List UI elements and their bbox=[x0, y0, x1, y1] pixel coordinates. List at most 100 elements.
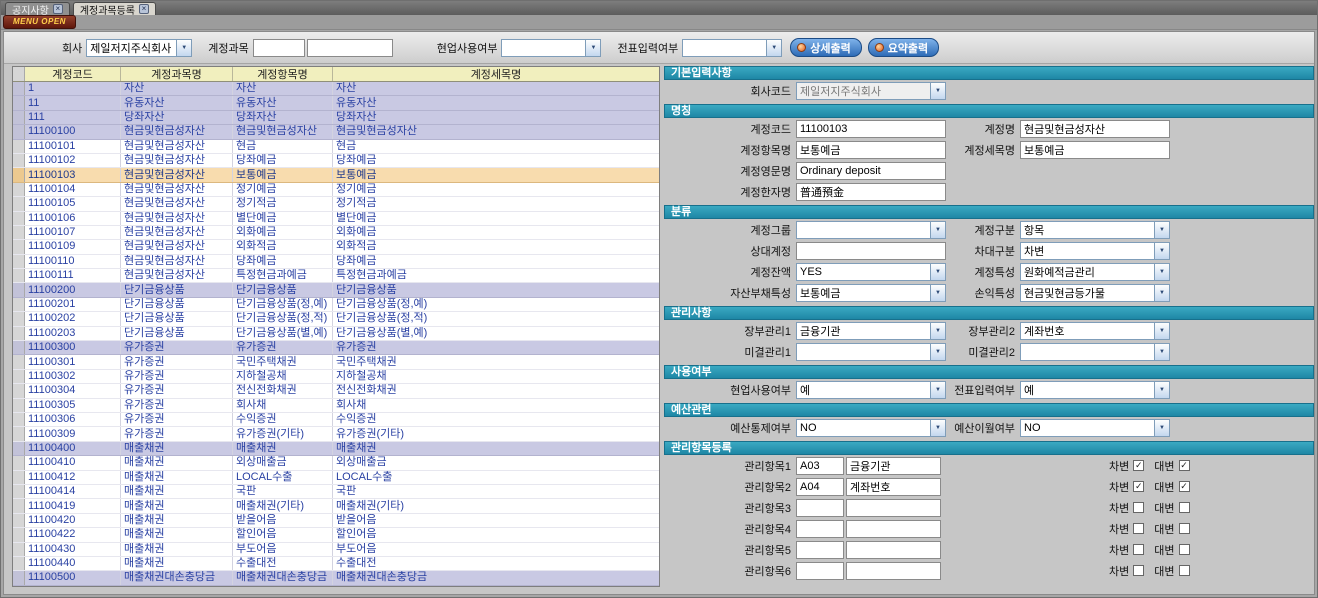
table-row[interactable]: 11100419매출채권매출채권(기타)매출채권(기타) bbox=[13, 499, 659, 513]
mgmt-item-name-input[interactable] bbox=[846, 499, 941, 517]
table-row[interactable]: 11100302유가증권지하철공채지하철공채 bbox=[13, 370, 659, 384]
table-row[interactable]: 11100109현금및현금성자산외화적금외화적금 bbox=[13, 240, 659, 254]
table-row[interactable]: 11100412매출채권LOCAL수출LOCAL수출 bbox=[13, 471, 659, 485]
table-row[interactable]: 111당좌자산당좌자산당좌자산 bbox=[13, 111, 659, 125]
cell-detail: 보통예금 bbox=[333, 168, 659, 181]
account-name-input[interactable] bbox=[307, 39, 393, 57]
table-row[interactable]: 11100420매출채권받을어음받을어음 bbox=[13, 514, 659, 528]
ledger1-select[interactable]: 금융기관 ▼ bbox=[796, 322, 946, 340]
mgmt-item-label: 관리항목2 bbox=[664, 479, 796, 495]
table-row[interactable]: 11100400매출채권매출채권매출채권 bbox=[13, 442, 659, 456]
table-row[interactable]: 11100305유가증권회사채회사채 bbox=[13, 399, 659, 413]
mgmt-item-code-input[interactable] bbox=[796, 478, 844, 496]
account-code-field[interactable] bbox=[796, 120, 946, 138]
detail-name-field[interactable] bbox=[1020, 141, 1170, 159]
cell-name: 현금및현금성자산 bbox=[121, 125, 233, 138]
table-row[interactable]: 11100104현금및현금성자산정기예금정기예금 bbox=[13, 183, 659, 197]
mgmt-item-code-input[interactable] bbox=[796, 457, 844, 475]
tab-notice[interactable]: 공지사항 × bbox=[5, 2, 70, 15]
close-icon[interactable]: × bbox=[139, 4, 149, 14]
mgmt-item-name-input[interactable] bbox=[846, 457, 941, 475]
table-row[interactable]: 11100111현금및현금성자산특정현금과예금특정현금과예금 bbox=[13, 269, 659, 283]
mgmt-item-name-input[interactable] bbox=[846, 478, 941, 496]
credit-checkbox[interactable]: ✓ bbox=[1179, 460, 1190, 471]
item-name-field[interactable] bbox=[796, 141, 946, 159]
cell-detail: 단기금융상품(정,예) bbox=[333, 298, 659, 311]
counter-account-field[interactable] bbox=[796, 242, 946, 260]
credit-checkbox[interactable] bbox=[1179, 523, 1190, 534]
pending2-select[interactable]: ▼ bbox=[1020, 343, 1170, 361]
debit-checkbox[interactable] bbox=[1133, 544, 1144, 555]
budget-control-select[interactable]: NO ▼ bbox=[796, 419, 946, 437]
table-row[interactable]: 11100200단기금융상품단기금융상품단기금융상품 bbox=[13, 283, 659, 297]
table-row[interactable]: 11100300유가증권유가증권유가증권 bbox=[13, 341, 659, 355]
slip-entry-panel-select[interactable]: 예 ▼ bbox=[1020, 381, 1170, 399]
credit-checkbox[interactable] bbox=[1179, 502, 1190, 513]
account-balance-select[interactable]: YES ▼ bbox=[796, 263, 946, 281]
table-row[interactable]: 11100106현금및현금성자산별단예금별단예금 bbox=[13, 212, 659, 226]
table-row[interactable]: 1자산자산자산 bbox=[13, 82, 659, 96]
mgmt-item-name-input[interactable] bbox=[846, 562, 941, 580]
table-row[interactable]: 11100500매출채권대손충당금매출채권대손충당금매출채권대손충당금 bbox=[13, 571, 659, 585]
debit-checkbox[interactable] bbox=[1133, 523, 1144, 534]
table-row[interactable]: 11100422매출채권할인어음할인어음 bbox=[13, 528, 659, 542]
field-use-select[interactable]: ▼ bbox=[501, 39, 601, 57]
account-name-field[interactable] bbox=[1020, 120, 1170, 138]
detail-print-button[interactable]: 상세출력 bbox=[790, 38, 861, 57]
mgmt-item-code-input[interactable] bbox=[796, 562, 844, 580]
close-icon[interactable]: × bbox=[53, 4, 63, 14]
table-row[interactable]: 11100203단기금융상품단기금융상품(별,예)단기금융상품(별,예) bbox=[13, 327, 659, 341]
debit-checkbox[interactable]: ✓ bbox=[1133, 460, 1144, 471]
account-trait-select[interactable]: 원화예적금관리 ▼ bbox=[1020, 263, 1170, 281]
dc-division-select[interactable]: 차변 ▼ bbox=[1020, 242, 1170, 260]
table-row[interactable]: 11100440매출채권수출대전수출대전 bbox=[13, 557, 659, 571]
pending1-select[interactable]: ▼ bbox=[796, 343, 946, 361]
field-use-panel-select[interactable]: 예 ▼ bbox=[796, 381, 946, 399]
credit-checkbox[interactable] bbox=[1179, 565, 1190, 576]
mgmt-item-label: 관리항목1 bbox=[664, 458, 796, 474]
credit-checkbox[interactable] bbox=[1179, 544, 1190, 555]
slip-entry-select[interactable]: ▼ bbox=[682, 39, 782, 57]
table-row[interactable]: 11100103현금및현금성자산보통예금보통예금 bbox=[13, 168, 659, 182]
mgmt-item-code-input[interactable] bbox=[796, 520, 844, 538]
mgmt-item-name-input[interactable] bbox=[846, 541, 941, 559]
credit-checkbox[interactable]: ✓ bbox=[1179, 481, 1190, 492]
debit-checkbox[interactable] bbox=[1133, 502, 1144, 513]
company-select[interactable]: 제일저지주식회사 ▼ bbox=[86, 39, 192, 57]
table-row[interactable]: 11100110현금및현금성자산당좌예금당좌예금 bbox=[13, 255, 659, 269]
debit-checkbox[interactable] bbox=[1133, 565, 1144, 576]
pl-trait-select[interactable]: 현금및현금등가물 ▼ bbox=[1020, 284, 1170, 302]
asset-trait-select[interactable]: 보통예금 ▼ bbox=[796, 284, 946, 302]
table-row[interactable]: 11100309유가증권유가증권(기타)유가증권(기타) bbox=[13, 427, 659, 441]
table-row[interactable]: 11100414매출채권국판국판 bbox=[13, 485, 659, 499]
account-code-input[interactable] bbox=[253, 39, 305, 57]
menu-open-button[interactable]: MENU OPEN bbox=[3, 15, 76, 29]
mgmt-item-code-input[interactable] bbox=[796, 541, 844, 559]
table-row[interactable]: 11100410매출채권외상매출금외상매출금 bbox=[13, 456, 659, 470]
table-row[interactable]: 11100100현금및현금성자산현금및현금성자산현금및현금성자산 bbox=[13, 125, 659, 139]
table-row[interactable]: 11100105현금및현금성자산정기적금정기적금 bbox=[13, 197, 659, 211]
debit-checkbox[interactable]: ✓ bbox=[1133, 481, 1144, 492]
table-row[interactable]: 11100202단기금융상품단기금융상품(정,적)단기금융상품(정,적) bbox=[13, 312, 659, 326]
table-row[interactable]: 11100430매출채권부도어음부도어음 bbox=[13, 543, 659, 557]
mgmt-item-code-input[interactable] bbox=[796, 499, 844, 517]
table-row[interactable]: 11100102현금및현금성자산당좌예금당좌예금 bbox=[13, 154, 659, 168]
table-row[interactable]: 11100201단기금융상품단기금융상품(정,예)단기금융상품(정,예) bbox=[13, 298, 659, 312]
account-group-select[interactable]: ▼ bbox=[796, 221, 946, 239]
tab-account-registration[interactable]: 계정과목등록 × bbox=[73, 2, 156, 15]
table-row[interactable]: 11100107현금및현금성자산외화예금외화예금 bbox=[13, 226, 659, 240]
cell-detail: 매출채권(기타) bbox=[333, 499, 659, 512]
table-row[interactable]: 11100101현금및현금성자산현금현금 bbox=[13, 140, 659, 154]
table-row[interactable]: 11유동자산유동자산유동자산 bbox=[13, 96, 659, 110]
account-division-select[interactable]: 항목 ▼ bbox=[1020, 221, 1170, 239]
ledger2-select[interactable]: 계좌번호 ▼ bbox=[1020, 322, 1170, 340]
cell-name: 유가증권 bbox=[121, 341, 233, 354]
table-row[interactable]: 11100306유가증권수익증권수익증권 bbox=[13, 413, 659, 427]
hanja-name-field[interactable] bbox=[796, 183, 946, 201]
summary-print-button[interactable]: 요약출력 bbox=[868, 38, 939, 57]
table-row[interactable]: 11100301유가증권국민주택채권국민주택채권 bbox=[13, 355, 659, 369]
english-name-field[interactable] bbox=[796, 162, 946, 180]
table-row[interactable]: 11100304유가증권전신전화채권전신전화채권 bbox=[13, 384, 659, 398]
budget-carryover-select[interactable]: NO ▼ bbox=[1020, 419, 1170, 437]
mgmt-item-name-input[interactable] bbox=[846, 520, 941, 538]
